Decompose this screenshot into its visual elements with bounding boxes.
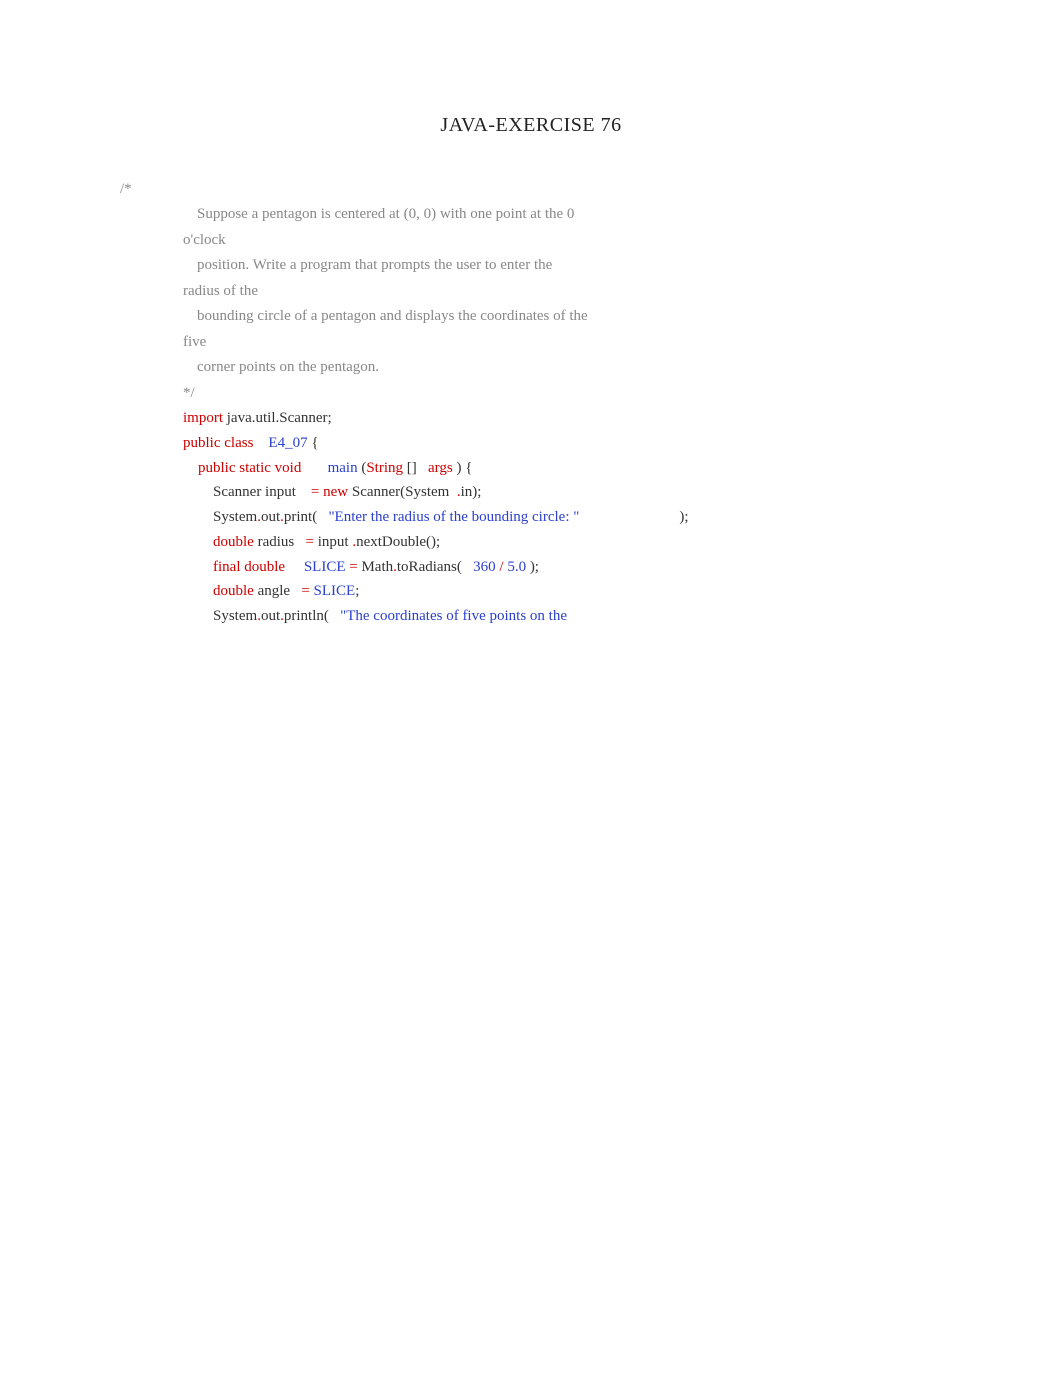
code-line-import: import java.util.Scanner; xyxy=(183,406,723,431)
comment-block: Suppose a pentagon is centered at (0, 0)… xyxy=(183,177,713,406)
code-line-radius: double radius = input .nextDouble(); xyxy=(213,530,723,555)
system: System xyxy=(213,608,257,624)
comment-close-token: */ xyxy=(183,381,713,407)
eq-new: = new xyxy=(311,484,348,500)
tail: ); xyxy=(679,509,688,525)
comment-line: radius of the xyxy=(183,279,713,305)
page-title: JAVA-EXERCISE 76 xyxy=(0,114,1062,137)
brace: { xyxy=(308,435,319,451)
close-paren: ); xyxy=(530,559,539,575)
system: System xyxy=(213,509,257,525)
const-slice: SLICE xyxy=(304,559,346,575)
out: out xyxy=(261,509,280,525)
class-name: E4_07 xyxy=(268,435,307,451)
math-ref: Math xyxy=(358,559,393,575)
code-line-main: public static void main (String [] args … xyxy=(198,456,723,481)
comment-open-token: /* xyxy=(120,177,132,203)
keyword-final-double: final double xyxy=(213,559,285,575)
code-line-class: public class E4_07 { xyxy=(183,431,723,456)
code-line-slice: final double SLICE = Math.toRadians( 360… xyxy=(213,555,723,580)
comment-line: five xyxy=(183,330,713,356)
comment-line: Suppose a pentagon is centered at (0, 0)… xyxy=(183,202,713,228)
type-string: String xyxy=(366,460,403,476)
import-package: java.util.Scanner; xyxy=(223,410,332,426)
out: out xyxy=(261,608,280,624)
code-line-scanner: Scanner input = new Scanner(System .in); xyxy=(213,480,723,505)
method-main: main xyxy=(328,460,358,476)
comment-line: bounding circle of a pentagon and displa… xyxy=(183,304,713,330)
comment-line: position. Write a program that prompts t… xyxy=(183,253,713,279)
brackets: [] xyxy=(403,460,417,476)
eq: = xyxy=(306,534,314,550)
param-args: args xyxy=(428,460,453,476)
radius-name: radius xyxy=(254,534,298,550)
eq: = xyxy=(349,559,357,575)
string-literal: "The coordinates of five points on the xyxy=(340,608,567,624)
toRadians: toRadians( xyxy=(397,559,462,575)
code-line-print1: System.out.print( "Enter the radius of t… xyxy=(213,505,723,530)
comment-line: o'clock xyxy=(183,228,713,254)
comment-line: corner points on the pentagon. xyxy=(183,355,713,381)
string-literal: "Enter the radius of the bounding circle… xyxy=(328,509,579,525)
code-line-angle: double angle = SLICE; xyxy=(213,579,723,604)
eq: = xyxy=(301,583,309,599)
rparen-brace: ) { xyxy=(457,460,473,476)
in: in); xyxy=(461,484,482,500)
content-area: /* Suppose a pentagon is centered at (0,… xyxy=(0,177,1062,629)
slice-ref: SLICE xyxy=(310,583,355,599)
keyword-import: import xyxy=(183,410,223,426)
semi: ; xyxy=(355,583,359,599)
input-ref: input xyxy=(314,534,349,550)
document-page: JAVA-EXERCISE 76 /* Suppose a pentagon i… xyxy=(0,114,1062,629)
num-360: 360 xyxy=(473,559,496,575)
println: println( xyxy=(284,608,329,624)
num-5: 5.0 xyxy=(507,559,526,575)
nextDouble: nextDouble(); xyxy=(356,534,440,550)
keyword-public-class: public class xyxy=(183,435,253,451)
keyword-double: double xyxy=(213,534,254,550)
keyword-double: double xyxy=(213,583,254,599)
print: print( xyxy=(284,509,317,525)
scanner-decl: Scanner input xyxy=(213,484,300,500)
angle-name: angle xyxy=(254,583,294,599)
code-block: import java.util.Scanner; public class E… xyxy=(183,406,723,629)
code-line-println: System.out.println( "The coordinates of … xyxy=(213,604,723,629)
keyword-psv: public static void xyxy=(198,460,301,476)
scanner-ctor: Scanner(System xyxy=(348,484,449,500)
